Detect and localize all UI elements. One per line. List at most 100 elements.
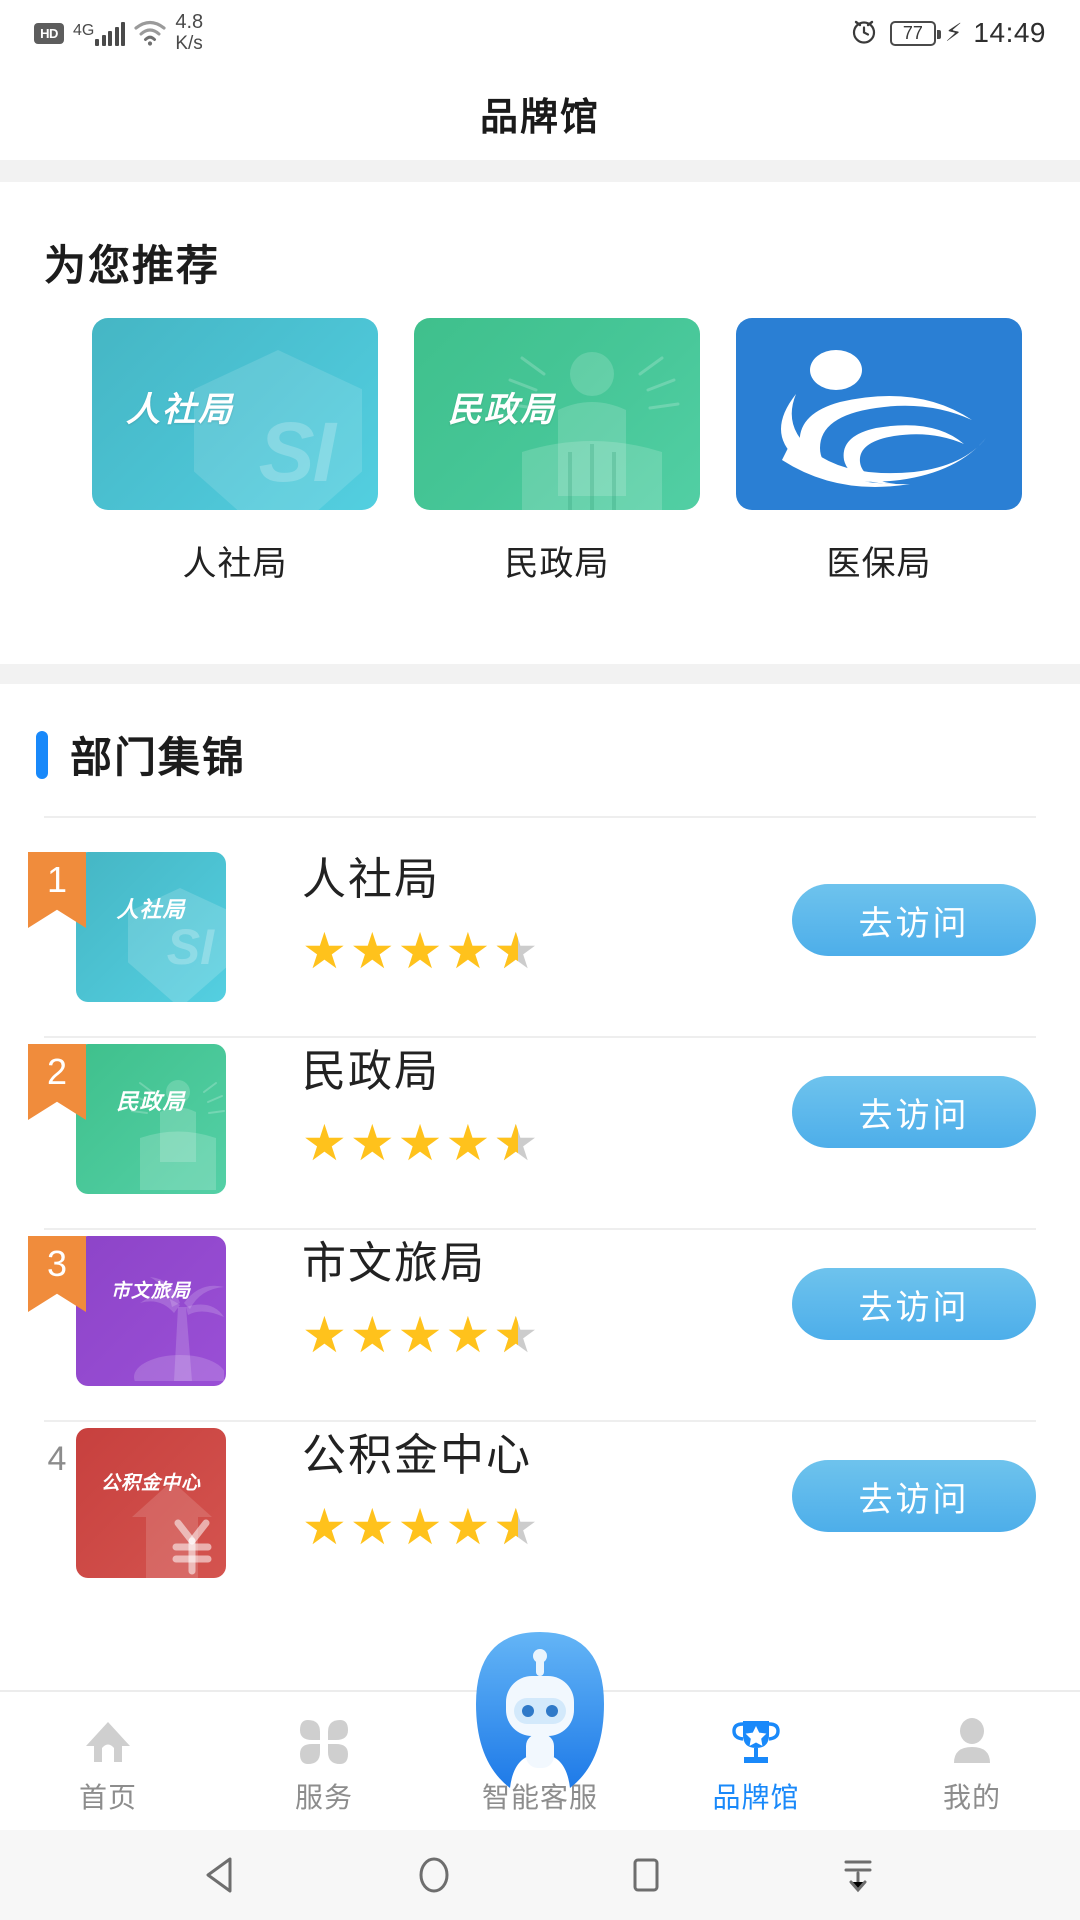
- tab-label: 服务: [294, 1782, 353, 1813]
- table-row[interactable]: 4 公积金中心 公积金中心 ★ ★ ★ ★ ★ ★ 去访问: [0, 1420, 1080, 1612]
- swirl-wave-icon: [744, 336, 994, 510]
- visit-button[interactable]: 去访问: [792, 1460, 1036, 1532]
- tab-brand-hall[interactable]: 品牌馆: [648, 1692, 864, 1830]
- tab-home[interactable]: 首页: [0, 1692, 216, 1830]
- visit-button[interactable]: 去访问: [792, 884, 1036, 956]
- network-speed-value: 4.8: [175, 11, 204, 33]
- charging-bolt-icon: ⚡: [944, 18, 963, 47]
- home-icon: [82, 1714, 134, 1770]
- network-type-label: 4G: [73, 21, 95, 39]
- star-full-icon: ★: [349, 1307, 395, 1363]
- recommend-card-ybj[interactable]: [736, 318, 1022, 510]
- phone-screen: HD 4G 4.8 K/s 77 ⚡ 14:49 品牌馆 为您推荐 SI 人社局…: [0, 0, 1080, 1920]
- pull-down-notifications-icon[interactable]: [826, 1843, 890, 1907]
- rating-stars: ★ ★ ★ ★ ★ ★: [302, 926, 543, 976]
- star-full-icon: ★: [445, 923, 491, 979]
- visit-button[interactable]: 去访问: [792, 1268, 1036, 1340]
- department-thumbnail[interactable]: 公积金中心: [76, 1428, 226, 1578]
- recommend-card-mzj[interactable]: 民政局: [414, 318, 700, 510]
- rating-stars: ★ ★ ★ ★ ★ ★: [302, 1502, 543, 1552]
- thumbnail-label: 民政局: [116, 1089, 186, 1114]
- tab-label: 首页: [78, 1782, 137, 1813]
- recommend-section-title: 为您推荐: [44, 242, 221, 289]
- rank-badge: 3: [28, 1236, 86, 1312]
- recommend-card-label: 医保局: [826, 545, 932, 583]
- recommend-card-item[interactable]: 医保局: [736, 318, 1022, 585]
- app-title-bar: 品牌馆: [0, 66, 1080, 160]
- table-row[interactable]: 1 SI 人社局 人社局 ★ ★ ★ ★ ★ ★ 去访问: [0, 844, 1080, 1036]
- star-half-icon: ★ ★: [493, 1307, 539, 1363]
- rank-number: 2: [46, 1051, 68, 1092]
- recommend-section: 为您推荐 SI 人社局 人社局 民政局 民政局 医保局: [0, 182, 1080, 664]
- department-name: 民政局: [302, 1047, 440, 1096]
- network-type-indicator: 4G: [73, 21, 126, 46]
- department-list-section: 部门集锦 1 SI 人社局 人社局 ★ ★ ★ ★ ★ ★ 去访问 2 民政局 …: [0, 684, 1080, 1692]
- android-system-nav: [0, 1830, 1080, 1920]
- alarm-clock-icon: [849, 16, 879, 51]
- recommend-card-text: 人社局: [126, 391, 234, 429]
- status-bar: HD 4G 4.8 K/s 77 ⚡ 14:49: [0, 0, 1080, 66]
- star-full-icon: ★: [445, 1307, 491, 1363]
- rank-badge: 1: [28, 852, 86, 928]
- table-row[interactable]: 2 民政局 民政局 ★ ★ ★ ★ ★ ★ 去访问: [0, 1036, 1080, 1228]
- recents-square-icon[interactable]: [614, 1843, 678, 1907]
- department-thumbnail[interactable]: 市文旅局: [76, 1236, 226, 1386]
- section-divider-gap: [0, 664, 1080, 684]
- trophy-icon: [730, 1714, 782, 1770]
- star-half-icon: ★ ★: [493, 923, 539, 979]
- recommend-card-text: 民政局: [448, 391, 556, 429]
- department-thumbnail[interactable]: SI 人社局: [76, 852, 226, 1002]
- robot-assistant-icon[interactable]: [468, 1630, 612, 1790]
- recommend-card-rail[interactable]: SI 人社局 人社局 民政局 民政局 医保局: [92, 318, 1022, 585]
- network-speed-indicator: 4.8 K/s: [175, 11, 221, 55]
- star-full-icon: ★: [302, 1307, 347, 1363]
- list-divider: [44, 816, 1036, 818]
- recommend-card-rsj[interactable]: SI 人社局: [92, 318, 378, 510]
- star-full-icon: ★: [302, 1499, 347, 1555]
- tab-smart-service[interactable]: 智能客服: [432, 1632, 648, 1830]
- star-full-icon: ★: [397, 1499, 443, 1555]
- table-row[interactable]: 3 市文旅局 市文旅局 ★ ★ ★ ★ ★ ★ 去访问: [0, 1228, 1080, 1420]
- tab-mine[interactable]: 我的: [864, 1692, 1080, 1830]
- recommend-card-item[interactable]: SI 人社局 人社局: [92, 318, 378, 585]
- tab-services[interactable]: 服务: [216, 1692, 432, 1830]
- recommend-card-label: 民政局: [504, 545, 610, 583]
- grid-services-icon: [298, 1714, 350, 1770]
- rank-badge: 2: [28, 1044, 86, 1120]
- recommend-card-item[interactable]: 民政局 民政局: [414, 318, 700, 585]
- status-bar-right: 77 ⚡ 14:49: [849, 16, 1046, 51]
- rank-number: 4: [47, 1440, 67, 1478]
- star-half-icon: ★ ★: [493, 1499, 539, 1555]
- tab-label: 品牌馆: [712, 1782, 800, 1813]
- wifi-icon: [134, 20, 166, 46]
- section-accent-bar: [36, 730, 48, 779]
- status-bar-clock: 14:49: [973, 17, 1046, 48]
- thumbnail-label: 市文旅局: [110, 1281, 191, 1302]
- star-full-icon: ★: [445, 1499, 491, 1555]
- rank-number: 3: [46, 1243, 68, 1284]
- person-icon: [946, 1714, 998, 1770]
- department-section-title: 部门集锦: [70, 734, 247, 781]
- battery-percent-label: 77: [902, 23, 923, 43]
- back-triangle-icon[interactable]: [190, 1843, 254, 1907]
- star-full-icon: ★: [302, 1115, 347, 1171]
- home-circle-icon[interactable]: [402, 1843, 466, 1907]
- rating-stars: ★ ★ ★ ★ ★ ★: [302, 1310, 543, 1360]
- rank-number: 1: [46, 859, 68, 900]
- rating-stars: ★ ★ ★ ★ ★ ★: [302, 1118, 543, 1168]
- status-bar-left: HD 4G 4.8 K/s: [34, 12, 221, 54]
- star-full-icon: ★: [397, 1307, 443, 1363]
- tab-label: 我的: [942, 1782, 1001, 1813]
- recommend-card-label: 人社局: [182, 545, 288, 583]
- signal-bars-icon: [95, 21, 126, 46]
- thumbnail-label: 公积金中心: [100, 1473, 201, 1494]
- visit-button[interactable]: 去访问: [792, 1076, 1036, 1148]
- network-speed-unit: K/s: [175, 33, 203, 54]
- rank-badge: 4: [28, 1428, 86, 1504]
- department-thumbnail[interactable]: 民政局: [76, 1044, 226, 1194]
- si-badge-text: SI: [258, 405, 336, 499]
- star-half-icon: ★ ★: [493, 1115, 539, 1171]
- star-full-icon: ★: [397, 923, 443, 979]
- department-name: 人社局: [302, 855, 440, 904]
- star-full-icon: ★: [349, 1499, 395, 1555]
